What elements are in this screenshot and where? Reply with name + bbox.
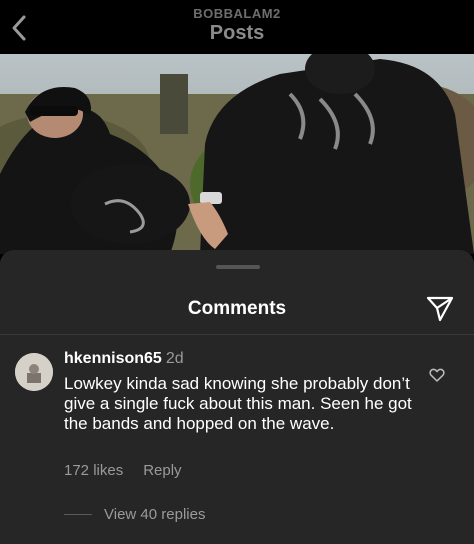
top-bar: BOBBALAM2 Posts xyxy=(0,0,474,54)
view-replies-button[interactable]: View 40 replies xyxy=(104,506,205,523)
replies-line xyxy=(64,514,92,515)
comments-title: Comments xyxy=(187,298,287,319)
sheet-grabber[interactable] xyxy=(216,265,260,269)
comment-author[interactable]: hkennison65 2d xyxy=(64,350,184,368)
post-photo-illustration xyxy=(0,54,474,254)
post-image[interactable] xyxy=(0,54,474,254)
comment-meta: 172 likes Reply xyxy=(64,462,182,479)
paper-plane-icon[interactable] xyxy=(425,294,455,324)
divider xyxy=(0,334,474,335)
page-title: Posts xyxy=(209,22,265,44)
reply-button[interactable]: Reply xyxy=(143,462,181,479)
likes-count[interactable]: 172 likes xyxy=(64,462,123,479)
avatar[interactable] xyxy=(15,353,53,391)
comment-username[interactable]: hkennison65 xyxy=(64,350,162,367)
heart-outline-icon[interactable] xyxy=(429,367,445,383)
profile-username: BOBBALAM2 xyxy=(193,6,281,21)
comment-timestamp: 2d xyxy=(165,350,184,367)
comment-text: Lowkey kinda sad knowing she probably do… xyxy=(64,374,412,433)
comments-sheet: Comments hkennison65 2d Lowkey kinda sad … xyxy=(0,250,474,544)
